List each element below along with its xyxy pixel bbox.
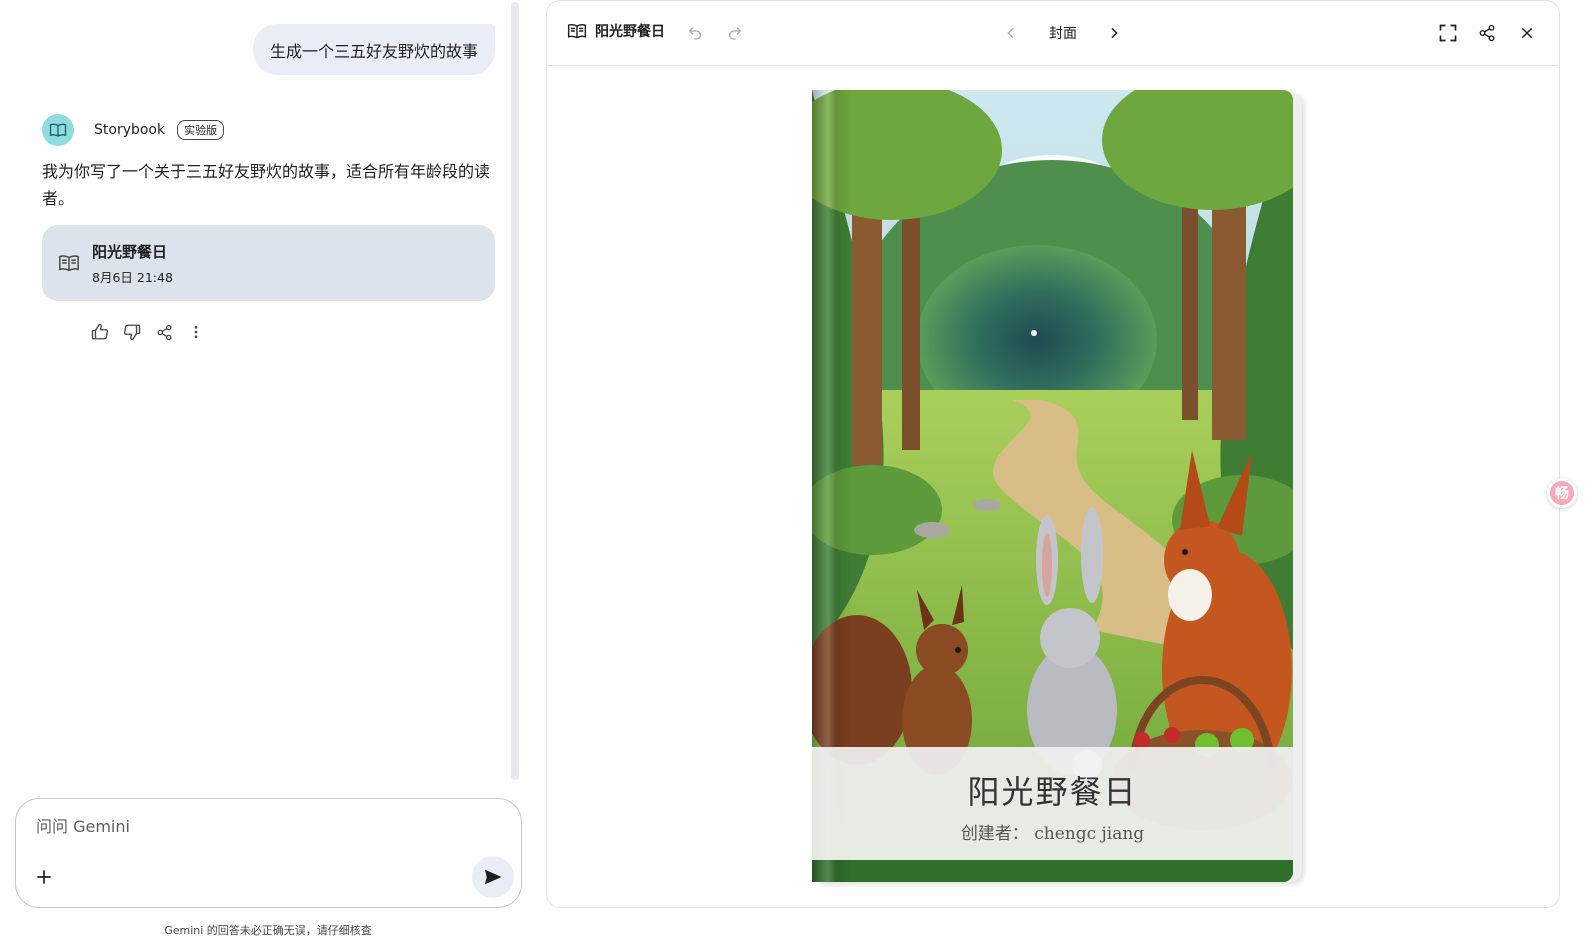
share-icon — [1479, 24, 1495, 42]
add-attachment-button[interactable] — [34, 867, 54, 887]
prompt-box — [15, 798, 522, 908]
agent-header: Storybook 实验版 — [42, 114, 225, 146]
agent-name: Storybook — [94, 122, 166, 138]
thumbs-down-icon — [123, 324, 141, 341]
book-icon — [567, 23, 587, 39]
chat-scrollbar[interactable] — [511, 2, 519, 780]
card-text: 阳光野餐日 8月6日 21:48 — [92, 241, 173, 286]
cover-author-label: 创建者： — [960, 824, 1029, 844]
canvas-toolbar: 阳光野餐日 封面 — [547, 1, 1559, 66]
book-icon — [49, 123, 67, 137]
floating-assistant-chip[interactable]: 畅 — [1547, 478, 1577, 508]
agent-reply: 我为你写了一个关于三五好友野炊的故事，适合所有年龄段的读者。 — [42, 162, 491, 208]
fullscreen-icon — [1439, 24, 1457, 42]
thumbs-up-button[interactable] — [90, 320, 110, 344]
share-button[interactable] — [154, 320, 174, 344]
card-date: 8月6日 21:48 — [92, 269, 173, 285]
experimental-badge: 实验版 — [177, 120, 225, 140]
undo-button[interactable] — [684, 22, 706, 44]
previous-page-button[interactable] — [1000, 22, 1022, 44]
send-icon — [484, 869, 502, 885]
more-vert-icon — [194, 326, 198, 338]
send-button[interactable] — [472, 856, 514, 898]
close-icon — [1521, 27, 1533, 39]
chevron-left-icon — [1007, 27, 1014, 39]
thumbs-up-icon — [91, 323, 109, 340]
share-icon — [156, 324, 172, 340]
cover-author: 创建者： chengc jiang — [812, 819, 1293, 844]
user-message: 生成一个三五好友野炊的故事 — [252, 24, 495, 75]
cover-author-name: chengc jiang — [1034, 824, 1145, 844]
thumbs-down-button[interactable] — [122, 320, 142, 344]
close-button[interactable] — [1516, 22, 1538, 44]
storybook-canvas: 阳光野餐日 封面 阳光野餐日 创建者： chengc jiang — [546, 0, 1560, 908]
canvas-share-button[interactable] — [1476, 22, 1498, 44]
redo-icon — [729, 27, 742, 40]
card-title: 阳光野餐日 — [92, 242, 168, 261]
disclaimer: Gemini 的回答未必正确无误，请仔细核查 — [164, 924, 372, 937]
page-indicator: 封面 — [1049, 26, 1077, 42]
storybook-card[interactable]: 阳光野餐日 8月6日 21:48 — [42, 225, 495, 301]
agent-avatar — [42, 114, 74, 146]
canvas-title: 阳光野餐日 — [567, 21, 665, 41]
prompt-input[interactable] — [36, 817, 436, 836]
storybook-book[interactable]: 阳光野餐日 创建者： chengc jiang — [812, 90, 1302, 883]
cover-title-band: 阳光野餐日 创建者： chengc jiang — [812, 747, 1293, 860]
fullscreen-button[interactable] — [1437, 22, 1459, 44]
book-cover: 阳光野餐日 创建者： chengc jiang — [812, 90, 1293, 882]
chevron-right-icon — [1111, 27, 1118, 39]
undo-icon — [688, 27, 701, 40]
more-options-button[interactable] — [186, 320, 206, 344]
response-actions — [90, 320, 206, 344]
app-root: 生成一个三五好友野炊的故事 Storybook 实验版 我为你写了一个关于三五好… — [0, 0, 1585, 951]
redo-button[interactable] — [724, 22, 746, 44]
next-page-button[interactable] — [1103, 22, 1125, 44]
chat-panel: 生成一个三五好友野炊的故事 Storybook 实验版 我为你写了一个关于三五好… — [0, 0, 530, 951]
plus-icon — [37, 870, 51, 884]
cover-title: 阳光野餐日 — [967, 773, 1138, 811]
canvas-title-text: 阳光野餐日 — [595, 24, 665, 40]
book-icon — [59, 255, 79, 272]
